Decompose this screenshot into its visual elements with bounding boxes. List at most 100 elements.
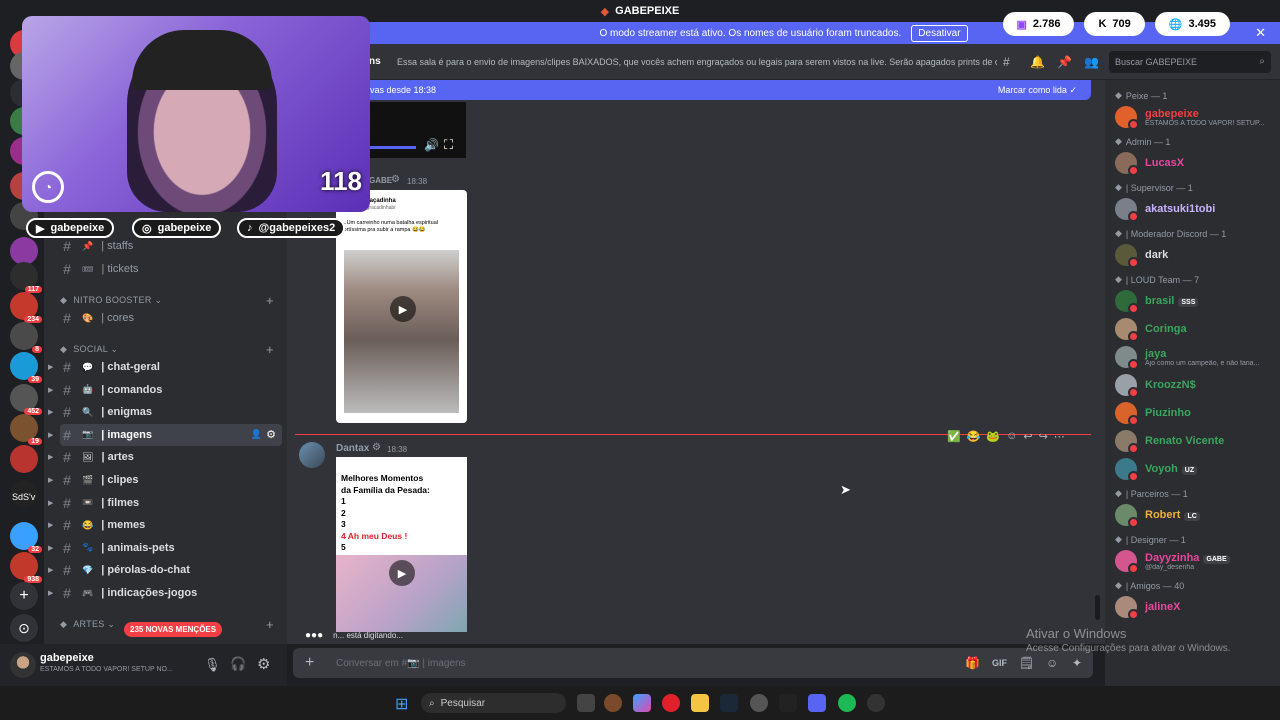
emoji-icon[interactable]: ☺ xyxy=(1046,656,1058,670)
channel-item[interactable]: # 📌 | staffs xyxy=(60,235,282,257)
category-header[interactable]: ◆ SOCIAL ⌄ + xyxy=(60,342,274,357)
expand-arrow-icon[interactable]: ▶ xyxy=(48,431,53,439)
member-item[interactable]: dark xyxy=(1115,240,1275,270)
channel-item[interactable]: # 🎨 | cores xyxy=(60,307,282,329)
member-item[interactable]: Renato Vicente xyxy=(1115,426,1275,456)
play-icon[interactable]: ▶ xyxy=(390,296,416,322)
channel-item[interactable]: ▶ # 🔍 | enigmas xyxy=(48,401,282,423)
create-channel-icon[interactable]: + xyxy=(266,617,274,632)
capcut-icon[interactable] xyxy=(779,694,797,712)
copilot-icon[interactable] xyxy=(633,694,651,712)
create-channel-icon[interactable]: + xyxy=(266,342,274,357)
channel-topic[interactable]: Essa sala é para o envio de imagens/clip… xyxy=(397,57,997,67)
add-server-icon[interactable]: + xyxy=(10,582,38,610)
disable-streamer-button[interactable]: Desativar xyxy=(911,24,968,42)
threads-icon[interactable]: # xyxy=(1003,55,1010,69)
video-embed[interactable]: Engraçadinha @engracadinhabr ...Um carre… xyxy=(336,190,467,423)
app-icon[interactable] xyxy=(750,694,768,712)
channel-item[interactable]: ▶ # 📼 | filmes xyxy=(48,492,282,514)
search-input[interactable]: Buscar GABEPEIXE ⌕ xyxy=(1109,50,1271,73)
fullscreen-icon[interactable]: ⛶ xyxy=(444,137,453,153)
members-icon[interactable]: 👥 xyxy=(1084,55,1099,69)
server-icon[interactable]: 938 xyxy=(10,552,42,583)
embed-video-frame[interactable]: ▶ xyxy=(336,555,467,632)
explore-icon[interactable]: ⊙ xyxy=(10,614,38,642)
mark-read-button[interactable]: Marcar como lida ✓ xyxy=(998,85,1077,96)
headphones-icon[interactable]: 🎧 xyxy=(230,656,246,672)
member-item[interactable]: Voyoh UZ xyxy=(1115,454,1275,484)
expand-arrow-icon[interactable]: ▶ xyxy=(48,521,53,529)
member-item[interactable]: gabepeixe ESTAMOS A TODO VAPOR! SETUP... xyxy=(1115,102,1275,132)
server-icon[interactable]: 234 xyxy=(10,292,42,323)
add-attachment-icon[interactable]: + xyxy=(305,654,314,672)
member-item[interactable]: jalineX xyxy=(1115,592,1275,622)
new-messages-bar[interactable]: ovas desde 18:38 Marcar como lida ✓ xyxy=(295,80,1091,100)
channel-item[interactable]: # 🎟 | tickets xyxy=(60,258,282,280)
server-icon[interactable]: 32 xyxy=(10,522,42,553)
channel-item[interactable]: ▶ # 💬 | chat-geral xyxy=(48,356,282,378)
gear-icon[interactable]: ⚙ xyxy=(257,655,270,673)
obs-icon[interactable] xyxy=(867,694,885,712)
sticker-icon[interactable]: 🗒 xyxy=(1019,656,1034,670)
server-icon[interactable]: 452 xyxy=(10,384,42,415)
expand-arrow-icon[interactable]: ▶ xyxy=(48,363,53,371)
play-icon[interactable]: ▶ xyxy=(389,560,415,586)
create-channel-icon[interactable]: + xyxy=(266,293,274,308)
spotify-icon[interactable] xyxy=(838,694,856,712)
channel-item[interactable]: ▶ # 🤖 | comandos xyxy=(48,379,282,401)
channel-item[interactable]: ▶ # 🐾 | animais-pets xyxy=(48,537,282,559)
new-mentions-pill[interactable]: 235 NOVAS MENÇÕES xyxy=(124,622,223,637)
apps-icon[interactable]: ✦ xyxy=(1072,656,1082,670)
channel-item[interactable]: ▶ # 💎 | pérolas-do-chat xyxy=(48,559,282,581)
expand-arrow-icon[interactable]: ▶ xyxy=(48,386,53,394)
embed-video-frame[interactable]: ▶ xyxy=(344,250,459,413)
server-icon[interactable]: 39 xyxy=(10,352,42,383)
opera-icon[interactable] xyxy=(662,694,680,712)
member-item[interactable]: jaya Ajo como um campeão, e não faria... xyxy=(1115,342,1275,372)
server-icon[interactable] xyxy=(10,237,38,265)
member-item[interactable]: LucasX xyxy=(1115,148,1275,178)
taskbar-search[interactable]: ⌕ Pesquisar xyxy=(421,693,566,713)
member-item[interactable]: KroozzN$ xyxy=(1115,370,1275,400)
expand-arrow-icon[interactable]: ▶ xyxy=(48,589,53,597)
message-composer[interactable]: + Conversar em #📷 | imagens 🎁 GIF 🗒 ☺ ✦ xyxy=(293,648,1093,678)
server-label[interactable]: SdS'v xyxy=(12,492,35,502)
member-item[interactable]: brasil SSS xyxy=(1115,286,1275,316)
avatar[interactable] xyxy=(10,652,36,678)
video-progress[interactable] xyxy=(366,146,416,149)
message-author[interactable]: Dantax xyxy=(336,443,369,454)
close-icon[interactable]: ✕ xyxy=(1255,25,1266,41)
folder-icon[interactable] xyxy=(691,694,709,712)
member-item[interactable]: Dayyzinha GABE @day_desenha xyxy=(1115,546,1275,576)
member-item[interactable]: Robert LC xyxy=(1115,500,1275,530)
expand-arrow-icon[interactable]: ▶ xyxy=(48,544,53,552)
member-item[interactable]: Piuzinho xyxy=(1115,398,1275,428)
gear-icon[interactable]: ⚙ xyxy=(266,428,276,441)
microphone-icon[interactable]: 🎙 xyxy=(204,657,221,673)
member-item[interactable]: akatsuki1tobi xyxy=(1115,194,1275,224)
app-icon[interactable] xyxy=(604,694,622,712)
expand-arrow-icon[interactable]: ▶ xyxy=(48,453,53,461)
avatar[interactable] xyxy=(299,442,325,468)
server-icon[interactable]: 8 xyxy=(10,322,42,353)
message-author[interactable]: GABE xyxy=(369,176,392,185)
bell-icon[interactable]: 🔔 xyxy=(1030,55,1045,69)
expand-arrow-icon[interactable]: ▶ xyxy=(48,408,53,416)
channel-item[interactable]: ▶ # 🖼 | artes xyxy=(48,446,282,468)
expand-arrow-icon[interactable]: ▶ xyxy=(48,566,53,574)
pin-icon[interactable]: 📌 xyxy=(1057,55,1072,69)
discord-icon[interactable] xyxy=(808,694,826,712)
expand-arrow-icon[interactable]: ▶ xyxy=(48,499,53,507)
category-header[interactable]: ◆ ARTES ⌄ + xyxy=(60,617,274,632)
category-header[interactable]: ◆ NITRO BOOSTER ⌄ + xyxy=(60,293,274,308)
channel-item[interactable]: ▶ # 😂 | memes xyxy=(48,514,282,536)
scrollbar[interactable] xyxy=(1095,595,1100,620)
member-item[interactable]: Coringa xyxy=(1115,314,1275,344)
server-icon[interactable] xyxy=(10,445,38,473)
channel-item[interactable]: ▶ # 📷 | imagens 👤 ⚙ xyxy=(48,423,282,446)
add-member-icon[interactable]: 👤 xyxy=(251,429,262,440)
expand-arrow-icon[interactable]: ▶ xyxy=(48,476,53,484)
server-icon[interactable]: 117 xyxy=(10,262,42,293)
server-icon[interactable]: 19 xyxy=(10,414,42,445)
steam-icon[interactable] xyxy=(720,694,738,712)
